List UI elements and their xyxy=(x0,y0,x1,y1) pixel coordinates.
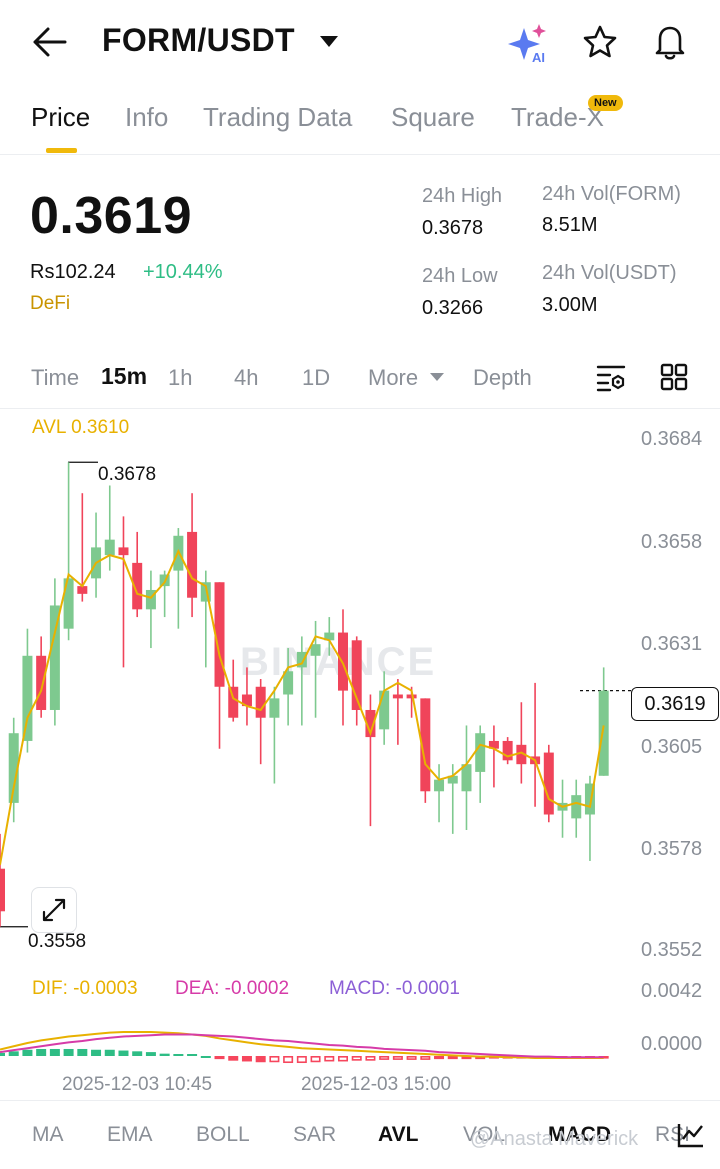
macd-bar xyxy=(434,1056,445,1060)
y-tick: 0.3605 xyxy=(641,736,703,758)
indicator-ma[interactable]: MA xyxy=(32,1123,64,1147)
candle-body xyxy=(269,698,280,718)
y-tick: 0.3552 xyxy=(641,939,703,961)
macd-bar xyxy=(49,1048,60,1056)
macd-bar xyxy=(159,1053,170,1056)
candle-body xyxy=(434,779,445,792)
macd-bar xyxy=(91,1049,102,1056)
candle-body xyxy=(228,686,239,718)
y-tick: 0.3631 xyxy=(641,633,703,655)
macd-bar xyxy=(365,1056,376,1061)
indicator-avl[interactable]: AVL xyxy=(378,1123,418,1147)
candle-body xyxy=(255,686,266,718)
avl-label: AVL 0.3610 xyxy=(32,417,130,438)
candle-body xyxy=(379,690,390,730)
macd-bar xyxy=(36,1048,47,1056)
macd-bar xyxy=(118,1050,129,1056)
macd-bar xyxy=(296,1056,307,1064)
candle-body xyxy=(118,547,129,556)
indicator-settings-icon[interactable] xyxy=(676,1121,706,1149)
candle-body xyxy=(310,644,321,656)
credit-watermark: @Anasta Maverick xyxy=(470,1128,639,1150)
dif-label: DIF: -0.0003 xyxy=(32,978,138,999)
high-marker: 0.3678 xyxy=(98,464,157,485)
macd-y-tick: 0.0000 xyxy=(641,1033,703,1055)
macd-bar xyxy=(269,1056,280,1063)
macd-bar xyxy=(392,1056,403,1060)
macd-bar xyxy=(447,1056,458,1060)
macd-bar xyxy=(420,1056,431,1060)
candle-body xyxy=(392,694,403,699)
macd-bar xyxy=(145,1052,156,1056)
macd-bar xyxy=(0,1052,5,1056)
dea-label: DEA: -0.0002 xyxy=(175,978,290,999)
low-marker: 0.3558 xyxy=(28,931,87,952)
macd-bar xyxy=(77,1048,88,1056)
candle-body xyxy=(598,690,609,776)
macd-bar xyxy=(228,1056,239,1061)
indicator-ema[interactable]: EMA xyxy=(107,1123,153,1147)
x-tick: 2025-12-03 10:45 xyxy=(62,1074,213,1095)
candle-body xyxy=(187,531,198,598)
macd-bar xyxy=(283,1056,294,1064)
macd-bar xyxy=(337,1056,348,1062)
macd-bar xyxy=(406,1056,417,1060)
expand-icon xyxy=(42,898,66,922)
macd-bar xyxy=(310,1056,321,1063)
macd-bar xyxy=(132,1051,143,1056)
macd-bar xyxy=(8,1051,19,1056)
candle-body xyxy=(22,655,33,741)
macd-bar xyxy=(241,1056,252,1062)
candle-body xyxy=(36,655,47,710)
macd-bar xyxy=(255,1056,266,1063)
dif-line xyxy=(0,1030,604,1059)
candle-body xyxy=(543,752,554,815)
macd-bar xyxy=(200,1056,211,1058)
y-tick: 0.3658 xyxy=(641,531,703,553)
macd-bar xyxy=(104,1049,115,1056)
macd-y-tick: 0.0042 xyxy=(641,980,703,1002)
macd-bar xyxy=(22,1049,33,1056)
indicator-sar[interactable]: SAR xyxy=(293,1123,336,1147)
macd-bar xyxy=(379,1056,390,1060)
macd-bar xyxy=(214,1056,225,1060)
macd-label: MACD: -0.0001 xyxy=(329,978,460,999)
y-tick: 0.3684 xyxy=(641,428,703,450)
macd-bar xyxy=(324,1056,335,1062)
expand-button[interactable] xyxy=(31,887,77,933)
macd-bar xyxy=(187,1054,198,1056)
dea-line xyxy=(0,1033,604,1059)
candle-body xyxy=(0,868,5,912)
price-chart[interactable] xyxy=(0,0,720,1100)
macd-bar xyxy=(173,1054,184,1056)
last-price-tag: 0.3619 xyxy=(631,687,719,721)
candle-body xyxy=(104,539,115,556)
macd-bar xyxy=(351,1056,362,1061)
y-tick: 0.3578 xyxy=(641,838,703,860)
indicator-boll[interactable]: BOLL xyxy=(196,1123,250,1147)
x-tick: 2025-12-03 15:00 xyxy=(301,1074,452,1095)
macd-bar xyxy=(63,1048,74,1056)
candle-body xyxy=(571,795,582,819)
candle-body xyxy=(475,733,486,772)
